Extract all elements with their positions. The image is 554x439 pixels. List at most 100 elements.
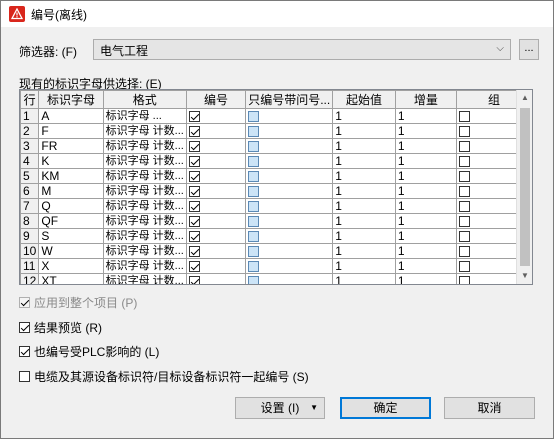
filter-dropdown[interactable]: 电气工程 ⌵: [93, 39, 511, 60]
format-cell[interactable]: 标识字母 计数...: [102, 198, 187, 214]
only-question-checkbox[interactable]: [248, 275, 260, 284]
column-header[interactable]: 编号: [185, 90, 247, 109]
table-row[interactable]: 5 KM 标识字母 计数... 1 1: [20, 168, 532, 184]
numbered-checkbox[interactable]: [188, 185, 200, 197]
scroll-up-icon[interactable]: ▲: [517, 90, 532, 106]
start-value-cell[interactable]: 1: [332, 123, 396, 139]
only-question-checkbox[interactable]: [248, 140, 260, 152]
numbered-checkbox[interactable]: [188, 200, 200, 212]
group-checkbox[interactable]: [458, 215, 470, 227]
numbered-checkbox[interactable]: [188, 215, 200, 227]
increment-cell[interactable]: 1: [394, 138, 457, 154]
start-value-cell[interactable]: 1: [332, 273, 396, 284]
scroll-thumb[interactable]: [520, 108, 530, 266]
increment-cell[interactable]: 1: [394, 198, 457, 214]
start-value-cell[interactable]: 1: [332, 213, 396, 229]
letter-cell[interactable]: A: [38, 108, 104, 124]
format-cell[interactable]: 标识字母 计数...: [102, 243, 187, 259]
increment-cell[interactable]: 1: [394, 123, 457, 139]
group-checkbox[interactable]: [458, 185, 470, 197]
only-question-checkbox[interactable]: [248, 200, 260, 212]
increment-cell[interactable]: 1: [394, 183, 457, 199]
format-cell[interactable]: 标识字母 计数...: [102, 123, 187, 139]
apply-to-project-option[interactable]: 应用到整个项目 (P): [19, 294, 137, 311]
column-header[interactable]: 标识字母: [38, 90, 104, 109]
start-value-cell[interactable]: 1: [332, 168, 396, 184]
start-value-cell[interactable]: 1: [332, 243, 396, 259]
format-cell[interactable]: 标识字母 计数...: [102, 213, 187, 229]
table-row[interactable]: 4 K 标识字母 计数... 1 1: [20, 153, 532, 169]
preview-option[interactable]: 结果预览 (R): [19, 319, 102, 336]
increment-cell[interactable]: 1: [394, 153, 457, 169]
start-value-cell[interactable]: 1: [332, 138, 396, 154]
table-row[interactable]: 6 M 标识字母 计数... 1 1: [20, 183, 532, 199]
increment-cell[interactable]: 1: [394, 108, 457, 124]
table-row[interactable]: 2 F 标识字母 计数... 1 1: [20, 123, 532, 139]
cable-option[interactable]: 电缆及其源设备标识符/目标设备标识符一起编号 (S): [19, 368, 309, 385]
group-checkbox[interactable]: [458, 260, 470, 272]
start-value-cell[interactable]: 1: [332, 228, 396, 244]
filter-browse-button[interactable]: ...: [519, 39, 539, 60]
only-question-checkbox[interactable]: [248, 185, 260, 197]
cable-checkbox[interactable]: [19, 371, 30, 382]
format-cell[interactable]: 标识字母 计数...: [102, 228, 187, 244]
letter-cell[interactable]: S: [38, 228, 104, 244]
numbered-checkbox[interactable]: [188, 155, 200, 167]
group-checkbox[interactable]: [458, 200, 470, 212]
start-value-cell[interactable]: 1: [332, 153, 396, 169]
table-row[interactable]: 8 QF 标识字母 计数... 1 1: [20, 213, 532, 229]
group-checkbox[interactable]: [458, 170, 470, 182]
only-question-checkbox[interactable]: [248, 110, 260, 122]
column-header[interactable]: 增量: [394, 90, 457, 109]
letter-cell[interactable]: M: [38, 183, 104, 199]
column-header[interactable]: 只编号带问号...: [245, 90, 334, 109]
group-checkbox[interactable]: [458, 275, 470, 284]
table-row[interactable]: 3 FR 标识字母 计数... 1 1: [20, 138, 532, 154]
apply-to-project-checkbox[interactable]: [19, 297, 30, 308]
group-checkbox[interactable]: [458, 230, 470, 242]
letter-cell[interactable]: KM: [38, 168, 104, 184]
table-row[interactable]: 10 W 标识字母 计数... 1 1: [20, 243, 532, 259]
only-question-checkbox[interactable]: [248, 260, 260, 272]
only-question-checkbox[interactable]: [248, 245, 260, 257]
column-header[interactable]: 行: [20, 90, 40, 109]
format-cell[interactable]: 标识字母 计数...: [102, 258, 187, 274]
only-question-checkbox[interactable]: [248, 215, 260, 227]
numbered-checkbox[interactable]: [188, 245, 200, 257]
group-checkbox[interactable]: [458, 140, 470, 152]
letter-cell[interactable]: X: [38, 258, 104, 274]
format-cell[interactable]: 标识字母 计数...: [102, 138, 187, 154]
only-question-checkbox[interactable]: [248, 230, 260, 242]
format-cell[interactable]: 标识字母 计数...: [102, 273, 187, 284]
cancel-button[interactable]: 取消: [444, 397, 535, 419]
numbered-checkbox[interactable]: [188, 110, 200, 122]
letter-cell[interactable]: Q: [38, 198, 104, 214]
column-header[interactable]: 起始值: [332, 90, 396, 109]
letter-cell[interactable]: K: [38, 153, 104, 169]
start-value-cell[interactable]: 1: [332, 198, 396, 214]
format-cell[interactable]: 标识字母 计数...: [102, 183, 187, 199]
settings-button[interactable]: 设置 (I) ▼: [235, 397, 325, 419]
start-value-cell[interactable]: 1: [332, 258, 396, 274]
plc-checkbox[interactable]: [19, 346, 30, 357]
group-checkbox[interactable]: [458, 125, 470, 137]
only-question-checkbox[interactable]: [248, 170, 260, 182]
numbered-checkbox[interactable]: [188, 170, 200, 182]
increment-cell[interactable]: 1: [394, 258, 457, 274]
group-checkbox[interactable]: [458, 245, 470, 257]
group-checkbox[interactable]: [458, 110, 470, 122]
numbered-checkbox[interactable]: [188, 230, 200, 242]
column-header[interactable]: 格式: [102, 90, 187, 109]
preview-checkbox[interactable]: [19, 322, 30, 333]
increment-cell[interactable]: 1: [394, 243, 457, 259]
increment-cell[interactable]: 1: [394, 228, 457, 244]
scroll-down-icon[interactable]: ▼: [517, 268, 532, 284]
format-cell[interactable]: 标识字母 计数...: [102, 153, 187, 169]
letter-cell[interactable]: F: [38, 123, 104, 139]
increment-cell[interactable]: 1: [394, 273, 457, 284]
letter-cell[interactable]: XT: [38, 273, 104, 284]
numbered-checkbox[interactable]: [188, 140, 200, 152]
start-value-cell[interactable]: 1: [332, 108, 396, 124]
start-value-cell[interactable]: 1: [332, 183, 396, 199]
table-row[interactable]: 11 X 标识字母 计数... 1 1: [20, 258, 532, 274]
